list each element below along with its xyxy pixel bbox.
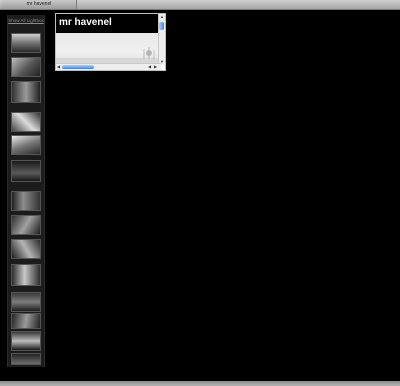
thumbnail-7[interactable] xyxy=(11,191,41,211)
vertical-scrollbar[interactable]: ▲ ▼ xyxy=(158,14,165,65)
thumbnail-3[interactable] xyxy=(11,81,41,103)
photo-image xyxy=(56,33,161,65)
thumbnail-1[interactable] xyxy=(11,33,41,53)
photo-image-art xyxy=(56,47,161,65)
page-background: Show All Lightbox mr havenel ▲ ▼ ◀ ◀ ▶ xyxy=(0,10,400,384)
horizontal-scroll-thumb[interactable] xyxy=(62,65,94,69)
thumbnail-4[interactable] xyxy=(11,112,41,132)
window-bottom-bar xyxy=(0,381,400,386)
photo-title-bar: mr havenel xyxy=(56,14,161,33)
scroll-up-icon[interactable]: ▲ xyxy=(160,15,164,19)
vertical-scroll-thumb[interactable] xyxy=(159,22,164,30)
thumbnail-9[interactable] xyxy=(11,239,41,259)
thumbnail-10[interactable] xyxy=(11,264,41,286)
show-all-lightbox-link[interactable]: Show All Lightbox xyxy=(8,18,44,23)
thumbnail-5[interactable] xyxy=(11,135,41,155)
browser-tab-bar: mr havenel xyxy=(0,0,400,10)
thumbnail-2[interactable] xyxy=(11,57,41,77)
thumbnail-11[interactable] xyxy=(11,292,41,312)
browser-tab[interactable]: mr havenel xyxy=(2,0,77,9)
thumbnail-14[interactable] xyxy=(11,353,41,365)
scroll-left-icon[interactable]: ◀ xyxy=(148,65,151,69)
thumbnail-8[interactable] xyxy=(11,215,41,235)
photo-viewer-window: mr havenel ▲ ▼ ◀ ◀ ▶ xyxy=(55,13,166,71)
thumbnail-13[interactable] xyxy=(11,331,41,351)
scroll-left-icon[interactable]: ◀ xyxy=(57,65,60,69)
scroll-right-icon[interactable]: ▶ xyxy=(154,65,157,69)
horizontal-scrollbar[interactable]: ◀ ◀ ▶ xyxy=(56,63,161,70)
photo-title: mr havenel xyxy=(59,17,112,28)
thumbnail-12[interactable] xyxy=(11,313,41,329)
thumbnail-6[interactable] xyxy=(11,160,41,182)
filmstrip: Show All Lightbox xyxy=(7,15,45,367)
